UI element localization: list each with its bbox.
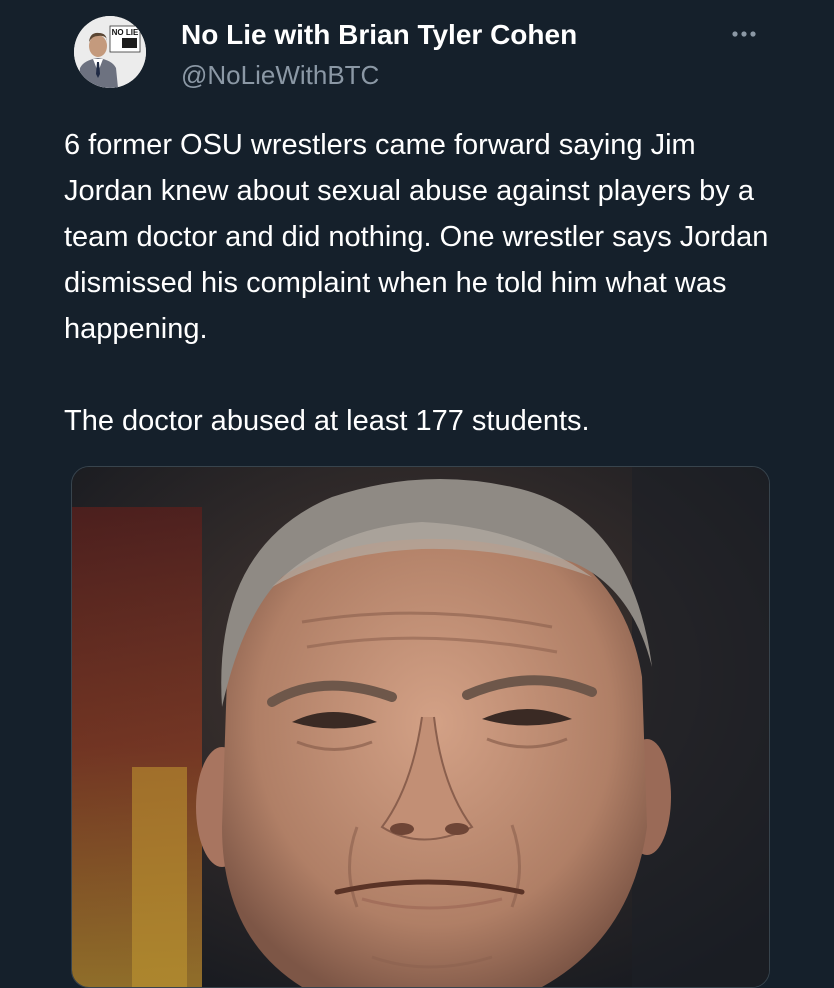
portrait-photo	[72, 467, 769, 987]
tweet-card: NO LIE No Lie with Brian Tyler Cohen @No…	[0, 0, 834, 988]
avatar-logo-text: NO LIE	[112, 28, 139, 37]
more-options-button[interactable]	[726, 22, 762, 46]
tweet-text: 6 former OSU wrestlers came forward sayi…	[64, 122, 784, 444]
more-horizontal-icon	[732, 31, 756, 37]
tweet-paragraph: The doctor abused at least 177 students.	[64, 405, 590, 437]
author-handle[interactable]: @NoLieWithBTC	[181, 58, 577, 92]
tweet-header: No Lie with Brian Tyler Cohen @NoLieWith…	[181, 18, 577, 92]
tweet-media-photo[interactable]	[71, 466, 770, 988]
author-display-name[interactable]: No Lie with Brian Tyler Cohen	[181, 18, 577, 52]
avatar[interactable]: NO LIE	[74, 16, 146, 88]
tweet-paragraph: 6 former OSU wrestlers came forward sayi…	[64, 129, 769, 345]
avatar-image: NO LIE	[74, 16, 146, 88]
